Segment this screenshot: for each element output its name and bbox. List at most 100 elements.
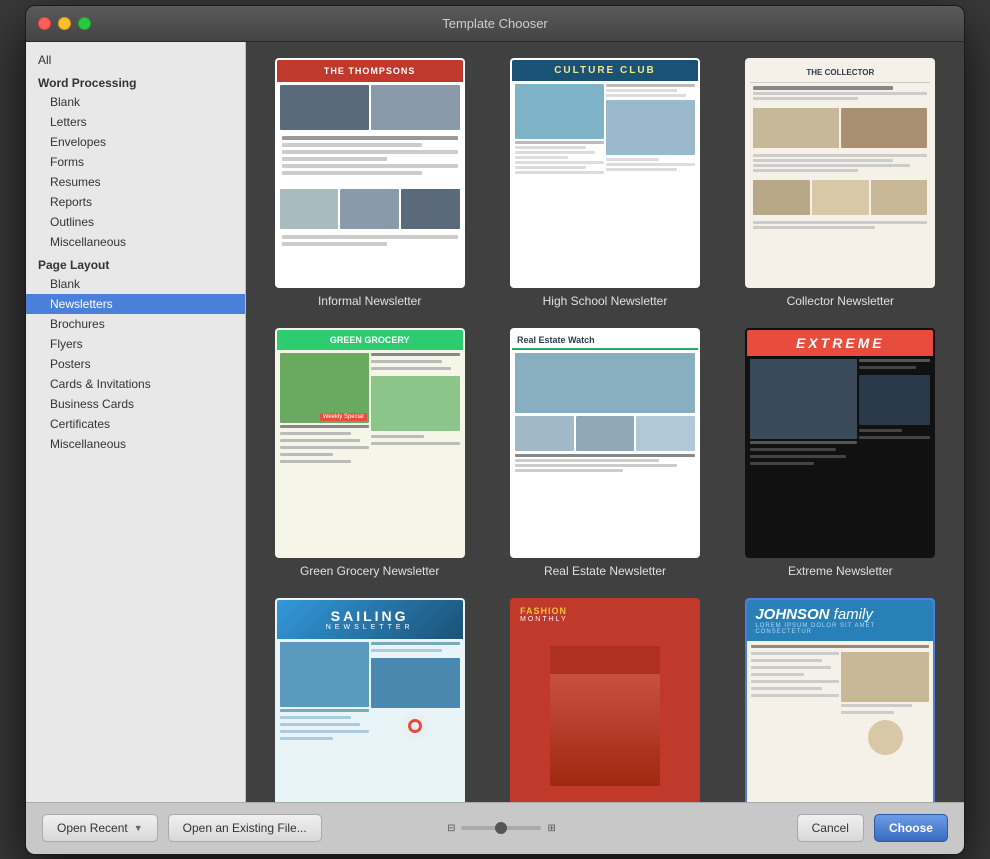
template-thumbnail-informal: THE THOMPSONS [275,58,465,288]
tpl-header-modern: FASHION MONTHLY [512,600,698,629]
template-label-highschool: High School Newsletter [543,294,668,308]
cancel-button[interactable]: Cancel [797,814,864,842]
sidebar-item-resumes[interactable]: Resumes [26,172,245,192]
footer-bar: Open Recent ▼ Open an Existing File... ⊟… [26,802,964,854]
template-thumbnail-family: JOHNSON family LOREM IPSUM DOLOR SIT AME… [745,598,935,802]
tpl-photo: Weekly Special [280,353,369,423]
sidebar-item-envelopes[interactable]: Envelopes [26,132,245,152]
tpl-photo [340,189,399,229]
tpl-photo [515,84,604,139]
template-item-collector[interactable]: THE COLLECTOR [733,58,948,308]
tpl-photo [753,108,839,148]
open-existing-label: Open an Existing File... [183,821,307,835]
zoom-thumb [495,822,507,834]
sidebar-item-posters[interactable]: Posters [26,354,245,374]
template-item-extreme[interactable]: EXTREME [733,328,948,578]
choose-label: Choose [889,821,933,835]
open-existing-button[interactable]: Open an Existing File... [168,814,322,842]
template-item-family[interactable]: JOHNSON family LOREM IPSUM DOLOR SIT AME… [733,598,948,802]
template-thumbnail-grocery: GREEN GROCERY Weekly Special [275,328,465,558]
sidebar-item-certificates[interactable]: Certificates [26,414,245,434]
tpl-photo [576,416,635,451]
tpl-header-informal: THE THOMPSONS [277,60,463,82]
minimize-button[interactable] [58,17,71,30]
tpl-photo [280,85,369,130]
sidebar-item-brochures[interactable]: Brochures [26,314,245,334]
template-item-modern[interactable]: FASHION MONTHLY [497,598,712,802]
tpl-ornament [868,720,903,755]
sidebar-item-cards-invitations[interactable]: Cards & Invitations [26,374,245,394]
templates-grid-area: THE THOMPSONS [246,42,964,802]
tpl-photo [280,642,369,707]
template-label-realestate: Real Estate Newsletter [544,564,666,578]
tpl-header-sailing: SAILING NEWSLETTER [277,600,463,639]
template-label-grocery: Green Grocery Newsletter [300,564,439,578]
traffic-lights [38,17,91,30]
tpl-header-culture: CULTURE CLUB [512,60,698,81]
tpl-photo [606,100,695,155]
tpl-lifering [401,712,429,740]
zoom-control: ⊟ ⊞ [447,823,556,834]
tpl-header-family: JOHNSON family LOREM IPSUM DOLOR SIT AME… [747,600,933,641]
tpl-header-collector: THE COLLECTOR [750,63,930,83]
sidebar-item-flyers[interactable]: Flyers [26,334,245,354]
tpl-header-grocery: GREEN GROCERY [277,330,463,350]
tpl-header-realestate: Real Estate Watch [512,330,698,350]
sidebar-category-page-layout: Page Layout [26,252,245,274]
template-item-sailing[interactable]: SAILING NEWSLETTER [262,598,477,802]
dropdown-arrow-icon: ▼ [134,823,143,833]
template-thumbnail-highschool: CULTURE CLUB [510,58,700,288]
open-recent-button[interactable]: Open Recent ▼ [42,814,158,842]
tpl-photo [753,180,810,215]
sidebar-item-misc-wp[interactable]: Miscellaneous [26,232,245,252]
open-recent-label: Open Recent [57,821,128,835]
sidebar-item-newsletters[interactable]: Newsletters [26,294,245,314]
main-content: All Word Processing Blank Letters Envelo… [26,42,964,802]
template-thumbnail-collector: THE COLLECTOR [745,58,935,288]
tpl-photo [871,180,928,215]
sidebar-item-blank-wp[interactable]: Blank [26,92,245,112]
choose-button[interactable]: Choose [874,814,948,842]
tpl-text [277,133,463,187]
sidebar-item-letters[interactable]: Letters [26,112,245,132]
sidebar-item-reports[interactable]: Reports [26,192,245,212]
template-item-realestate[interactable]: Real Estate Watch [497,328,712,578]
template-thumbnail-sailing: SAILING NEWSLETTER [275,598,465,802]
template-thumbnail-modern: FASHION MONTHLY [510,598,700,802]
template-label-collector: Collector Newsletter [787,294,894,308]
zoom-slider[interactable] [461,826,541,830]
template-chooser-window: Template Chooser All Word Processing Bla… [25,5,965,855]
template-label-extreme: Extreme Newsletter [788,564,893,578]
template-item-highschool[interactable]: CULTURE CLUB [497,58,712,308]
template-item-grocery[interactable]: GREEN GROCERY Weekly Special [262,328,477,578]
tpl-photo [401,189,460,229]
zoom-out-icon[interactable]: ⊟ [447,823,455,834]
cancel-label: Cancel [812,821,849,835]
template-label-informal: Informal Newsletter [318,294,421,308]
tpl-photo [515,353,695,413]
zoom-in-icon[interactable]: ⊞ [547,823,555,834]
template-item-informal[interactable]: THE THOMPSONS [262,58,477,308]
tpl-photo [750,359,857,439]
window-title: Template Chooser [442,16,548,31]
tpl-photo [371,658,460,708]
maximize-button[interactable] [78,17,91,30]
sidebar-item-blank-pl[interactable]: Blank [26,274,245,294]
sidebar-category-word-processing: Word Processing [26,70,245,92]
sidebar-item-all[interactable]: All [26,50,245,70]
titlebar: Template Chooser [26,6,964,42]
sidebar-item-misc-pl[interactable]: Miscellaneous [26,434,245,454]
sidebar: All Word Processing Blank Letters Envelo… [26,42,246,802]
footer-actions: Cancel Choose [797,814,948,842]
sidebar-item-forms[interactable]: Forms [26,152,245,172]
tpl-photo [841,652,929,702]
sidebar-item-business-cards[interactable]: Business Cards [26,394,245,414]
tpl-photo [841,108,927,148]
tpl-photo [515,416,574,451]
close-button[interactable] [38,17,51,30]
templates-grid: THE THOMPSONS [262,58,948,802]
template-thumbnail-extreme: EXTREME [745,328,935,558]
sidebar-item-outlines[interactable]: Outlines [26,212,245,232]
tpl-photo [371,85,460,130]
tpl-photo [371,376,460,431]
